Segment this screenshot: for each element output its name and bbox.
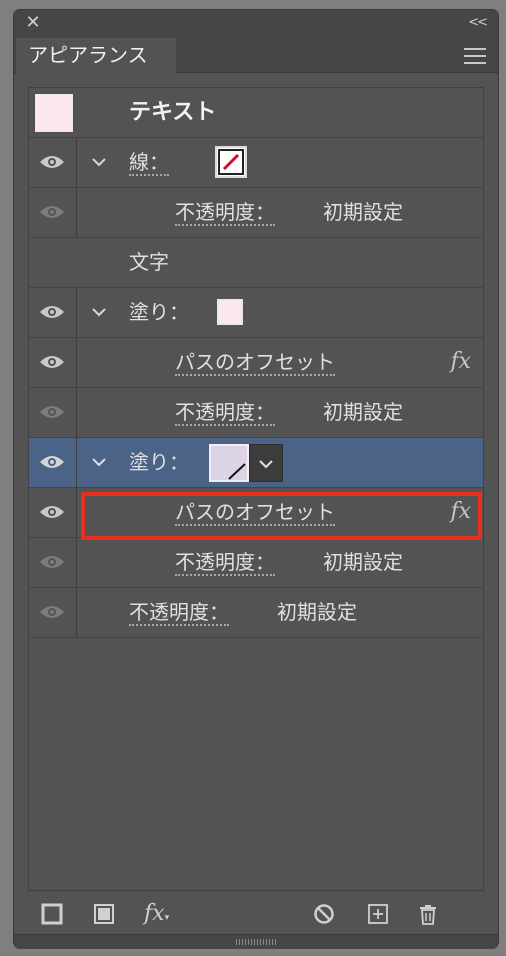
fill-swatch[interactable] <box>217 299 243 325</box>
visibility-column <box>29 388 77 437</box>
duplicate-item-icon[interactable] <box>366 902 390 926</box>
fx-label: fx <box>144 901 165 926</box>
trash-icon[interactable] <box>416 902 440 926</box>
chevron-down-icon[interactable] <box>89 452 109 472</box>
clear-appearance-icon[interactable] <box>312 902 336 926</box>
offset-path-row-highlighted[interactable]: パスのオフセット fx <box>29 488 483 538</box>
opacity-value: 初期設定 <box>323 400 403 424</box>
fill-label[interactable]: 塗り： <box>129 288 189 337</box>
panel-bottom-toolbar: fx▾ <box>14 894 498 934</box>
tab-appearance[interactable]: アピアランス <box>16 38 176 73</box>
fill-swatch-dropdown[interactable] <box>249 444 283 482</box>
eye-icon[interactable] <box>39 504 65 520</box>
eye-icon[interactable] <box>39 404 65 420</box>
panel-titlebar: ✕ << <box>14 10 498 38</box>
fill-row-selected[interactable]: 塗り： <box>29 438 483 488</box>
add-new-fill-icon[interactable] <box>92 902 116 926</box>
opacity-label[interactable]: 不透明度： <box>175 551 275 576</box>
fx-icon[interactable]: fx <box>450 348 471 376</box>
opacity-value: 初期設定 <box>323 550 403 574</box>
stroke-label-wrap[interactable]: 線： <box>129 138 169 187</box>
eye-icon[interactable] <box>39 304 65 320</box>
eye-icon[interactable] <box>39 354 65 370</box>
eye-icon[interactable] <box>39 554 65 570</box>
fill-opacity-row[interactable]: 不透明度： 初期設定 <box>29 388 483 438</box>
chevron-down-icon[interactable] <box>89 152 109 172</box>
stroke-label[interactable]: 線： <box>129 151 169 176</box>
panel-resize-grip[interactable] <box>14 934 498 949</box>
object-opacity-row[interactable]: 不透明度： 初期設定 <box>29 588 483 638</box>
opacity-label[interactable]: 不透明度： <box>175 201 275 226</box>
close-icon[interactable]: ✕ <box>24 14 42 32</box>
opacity-label-wrap[interactable]: 不透明度： <box>129 588 229 637</box>
add-new-effect-icon[interactable]: fx▾ <box>144 902 178 926</box>
opacity-label-wrap[interactable]: 不透明度： <box>175 388 275 437</box>
fill-swatch[interactable] <box>209 444 249 482</box>
object-thumbnail <box>35 94 73 132</box>
opacity-label[interactable]: 不透明度： <box>175 401 275 426</box>
visibility-column <box>29 138 77 187</box>
offset-label-wrap[interactable]: パスのオフセット <box>175 338 335 387</box>
chevron-down-icon[interactable] <box>89 302 109 322</box>
visibility-column <box>29 338 77 387</box>
opacity-label-wrap[interactable]: 不透明度： <box>175 538 275 587</box>
characters-label: 文字 <box>129 250 169 274</box>
appearance-list: テキスト 線： 不透明度： 初期設定 文字 塗り： パスのオフセット fx 不透… <box>28 87 484 891</box>
fill-label[interactable]: 塗り： <box>129 438 189 487</box>
object-header-row[interactable]: テキスト <box>29 88 483 138</box>
eye-icon[interactable] <box>39 454 65 470</box>
fill-opacity-row[interactable]: 不透明度： 初期設定 <box>29 538 483 588</box>
opacity-value: 初期設定 <box>277 600 357 624</box>
stroke-swatch[interactable] <box>215 146 247 178</box>
hamburger-menu-icon[interactable] <box>464 48 486 64</box>
fill-row[interactable]: 塗り： <box>29 288 483 338</box>
chevron-down-icon <box>259 460 273 469</box>
offset-path-row[interactable]: パスのオフセット fx <box>29 338 483 388</box>
add-new-stroke-icon[interactable] <box>40 902 64 926</box>
visibility-column <box>29 438 77 487</box>
opacity-label[interactable]: 不透明度： <box>129 601 229 626</box>
eye-icon[interactable] <box>39 154 65 170</box>
object-type-label: テキスト <box>129 100 217 125</box>
offset-path-label[interactable]: パスのオフセット <box>175 351 335 376</box>
appearance-panel: ✕ << アピアランス テキスト 線： 不透明度： 初期設定 文字 塗り： パス… <box>14 10 498 949</box>
opacity-label-wrap[interactable]: 不透明度： <box>175 188 275 237</box>
visibility-column <box>29 488 77 537</box>
fx-icon[interactable]: fx <box>450 498 471 526</box>
offset-path-label[interactable]: パスのオフセット <box>175 501 335 526</box>
panel-tabbar: アピアランス <box>14 38 498 73</box>
stroke-opacity-row[interactable]: 不透明度： 初期設定 <box>29 188 483 238</box>
characters-row[interactable]: 文字 <box>29 238 483 288</box>
eye-icon[interactable] <box>39 604 65 620</box>
grip-lines <box>236 939 276 945</box>
visibility-column <box>29 188 77 237</box>
eye-icon[interactable] <box>39 204 65 220</box>
offset-label-wrap[interactable]: パスのオフセット <box>175 488 335 537</box>
visibility-column <box>29 588 77 637</box>
caret-down-icon: ▾ <box>164 913 170 923</box>
stroke-row[interactable]: 線： <box>29 138 483 188</box>
visibility-column <box>29 288 77 337</box>
opacity-value: 初期設定 <box>323 200 403 224</box>
collapse-panel-button[interactable]: << <box>468 15 488 31</box>
visibility-column <box>29 538 77 587</box>
